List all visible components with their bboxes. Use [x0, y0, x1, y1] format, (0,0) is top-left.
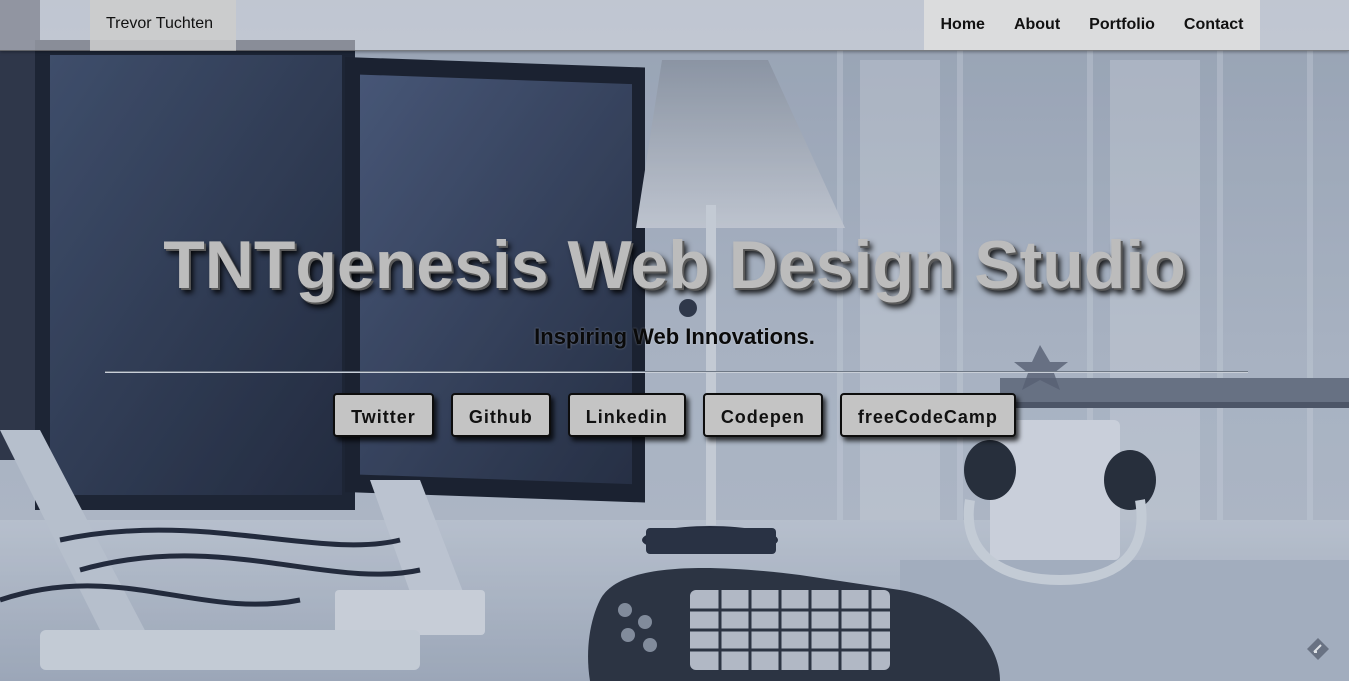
hero-title: TNTgenesis Web Design Studio: [163, 227, 1186, 303]
twitter-button[interactable]: Twitter: [333, 393, 434, 437]
linkedin-button[interactable]: Linkedin: [567, 393, 686, 437]
nav-link-about[interactable]: About: [1008, 16, 1066, 34]
codepen-button[interactable]: Codepen: [702, 393, 823, 437]
navbar: Trevor Tuchten Home About Portfolio Cont…: [0, 0, 1349, 51]
social-buttons: Twitter Github Linkedin Codepen freeCode…: [0, 393, 1349, 437]
github-button[interactable]: Github: [450, 393, 551, 437]
hero-subtitle: Inspiring Web Innovations.: [534, 324, 815, 349]
hero-divider: [105, 371, 1248, 373]
freecodecamp-button[interactable]: freeCodeCamp: [839, 393, 1016, 437]
nav-link-contact[interactable]: Contact: [1178, 16, 1250, 34]
page: Trevor Tuchten Home About Portfolio Cont…: [0, 0, 1349, 681]
edit-icon[interactable]: [1306, 637, 1330, 661]
brand-link[interactable]: Trevor Tuchten: [90, 0, 236, 51]
nav-link-home[interactable]: Home: [935, 16, 991, 34]
nav-menu: Home About Portfolio Contact: [924, 0, 1260, 50]
nav-link-portfolio[interactable]: Portfolio: [1083, 16, 1161, 34]
